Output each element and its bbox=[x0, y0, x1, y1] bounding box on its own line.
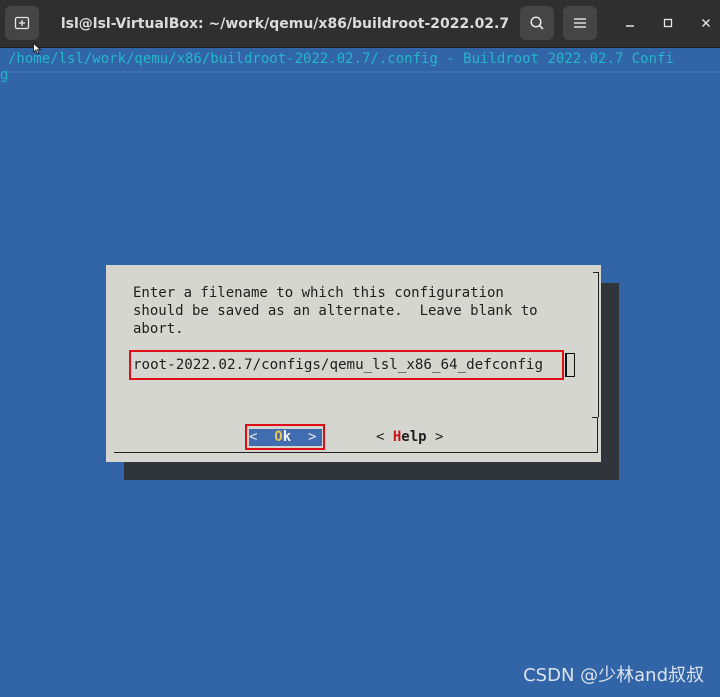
header-underline bbox=[8, 71, 720, 73]
ok-button-hotkey: O bbox=[274, 429, 283, 445]
terminal-window: lsl@lsl-VirtualBox: ~/work/qemu/x86/buil… bbox=[0, 0, 720, 697]
filename-input[interactable]: root-2022.02.7/configs/qemu_lsl_x86_64_d… bbox=[129, 350, 564, 380]
prompt-line-2: should be saved as an alternate. Leave b… bbox=[133, 303, 538, 319]
search-button[interactable] bbox=[520, 6, 554, 40]
search-icon bbox=[530, 16, 544, 30]
new-tab-icon bbox=[14, 16, 30, 30]
menu-button[interactable] bbox=[563, 6, 597, 40]
ok-button-left: < bbox=[249, 429, 275, 445]
csdn-watermark: CSDN @少林and叔叔 bbox=[523, 665, 704, 686]
ok-button-label-rest: k bbox=[282, 429, 292, 445]
help-button-label-rest: elp bbox=[401, 429, 427, 445]
help-button-right: > bbox=[426, 429, 444, 445]
dialog-frame-top bbox=[593, 272, 599, 417]
help-button[interactable]: < Help > bbox=[376, 427, 443, 447]
prompt-line-3: abort. bbox=[133, 321, 184, 337]
ok-button-right: > bbox=[291, 429, 317, 445]
prompt-line-1: Enter a filename to which this configura… bbox=[133, 285, 504, 301]
new-tab-button[interactable] bbox=[5, 6, 39, 40]
close-button[interactable] bbox=[693, 10, 719, 36]
dialog-prompt: Enter a filename to which this configura… bbox=[133, 284, 538, 338]
minimize-button[interactable] bbox=[617, 10, 643, 36]
help-button-left: < bbox=[376, 429, 393, 445]
maximize-icon bbox=[663, 18, 673, 28]
menuconfig-header: /home/lsl/work/qemu/x86/buildroot-2022.0… bbox=[8, 51, 674, 67]
close-icon bbox=[702, 19, 710, 27]
text-cursor bbox=[565, 353, 575, 377]
hamburger-menu-icon bbox=[574, 18, 586, 28]
maximize-button[interactable] bbox=[655, 10, 681, 36]
window-title: lsl@lsl-VirtualBox: ~/work/qemu/x86/buil… bbox=[60, 15, 510, 32]
ok-button[interactable]: < Ok > bbox=[249, 429, 322, 446]
minimize-icon bbox=[626, 25, 634, 27]
dialog-frame-bottom bbox=[114, 417, 598, 453]
title-bar: lsl@lsl-VirtualBox: ~/work/qemu/x86/buil… bbox=[0, 0, 720, 48]
